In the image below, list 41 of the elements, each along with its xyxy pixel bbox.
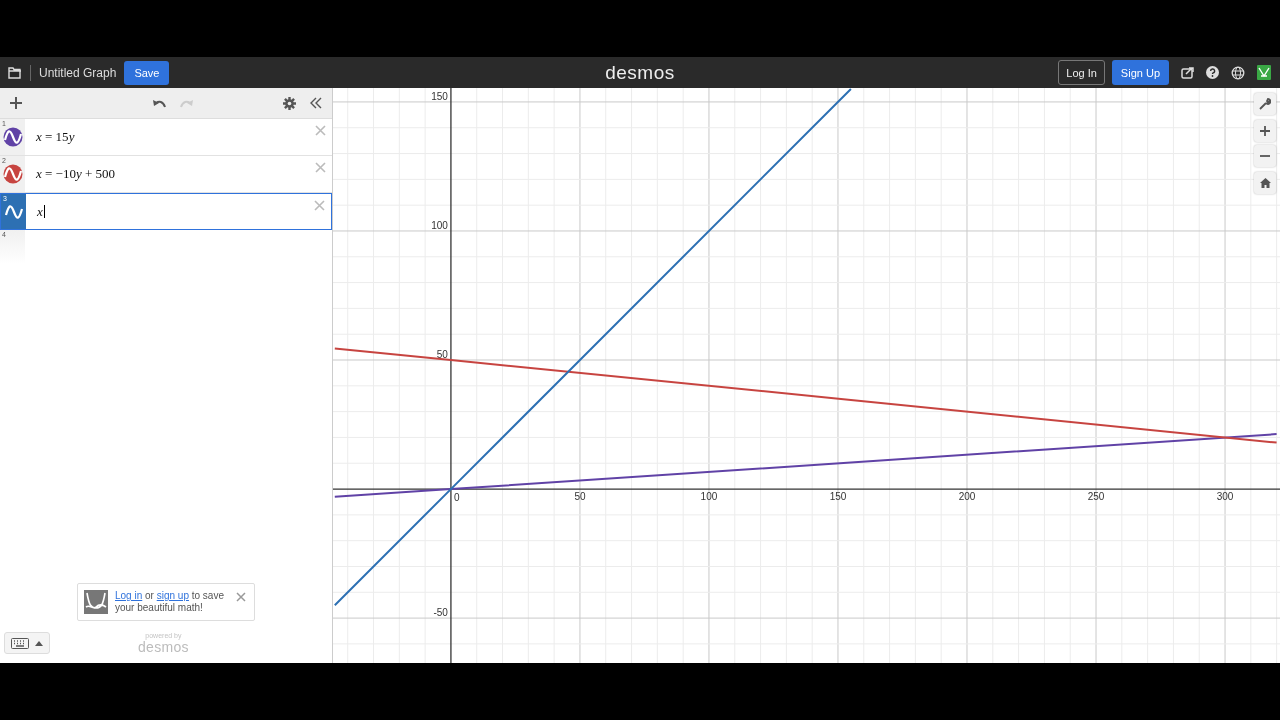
text-cursor — [43, 205, 45, 218]
caret-up-icon — [35, 640, 43, 646]
desmos-logo: desmos — [605, 61, 675, 83]
keyboard-button[interactable] — [4, 632, 50, 654]
help-icon[interactable] — [1206, 66, 1219, 79]
axis-tick-label: 100 — [700, 491, 718, 503]
axis-tick-label: 50 — [574, 491, 586, 503]
math-input[interactable]: x = 15y — [25, 119, 332, 155]
undo-icon[interactable] — [151, 98, 166, 108]
axis-tick-label: -50 — [433, 607, 448, 619]
close-icon[interactable] — [236, 592, 246, 602]
signup-button[interactable]: Sign Up — [1111, 60, 1169, 85]
folder-icon[interactable] — [8, 66, 22, 79]
graph-logo-icon — [84, 590, 108, 614]
axis-tick-label: 200 — [958, 491, 976, 503]
math-input[interactable]: x — [26, 194, 331, 229]
axis-tick-label: 50 — [436, 349, 448, 360]
login-button[interactable]: Log In — [1058, 60, 1105, 85]
link[interactable]: sign up — [156, 590, 189, 601]
axis-tick-label: 0 — [453, 492, 460, 504]
graph-title[interactable]: Untitled Graph — [39, 65, 117, 80]
user-avatar-icon[interactable] — [1257, 65, 1271, 80]
wrench-icon[interactable] — [1254, 93, 1276, 115]
keyboard-icon — [11, 637, 29, 649]
home-icon[interactable] — [1254, 172, 1276, 194]
collapse-icon[interactable] — [310, 97, 322, 109]
axis-tick-label: 100 — [431, 220, 448, 231]
share-icon[interactable] — [1181, 66, 1194, 79]
save-button[interactable]: Save — [124, 60, 170, 85]
settings-icon[interactable] — [283, 96, 296, 110]
axis-tick-label: 150 — [431, 90, 448, 102]
math-input[interactable]: x = −10y + 500 — [25, 156, 332, 192]
zoom-in-icon[interactable] — [1254, 120, 1276, 142]
globe-icon[interactable] — [1231, 65, 1245, 80]
axis-tick-label: 150 — [829, 491, 847, 503]
zoom-out-icon[interactable] — [1254, 145, 1276, 167]
axis-tick-label: 250 — [1087, 491, 1105, 503]
save-prompt-text: Log in or sign up to save your beautiful math! — [115, 590, 225, 614]
link[interactable]: Log in — [115, 590, 143, 601]
plus-icon[interactable] — [10, 97, 22, 109]
axis-tick-label: 300 — [1216, 491, 1234, 503]
